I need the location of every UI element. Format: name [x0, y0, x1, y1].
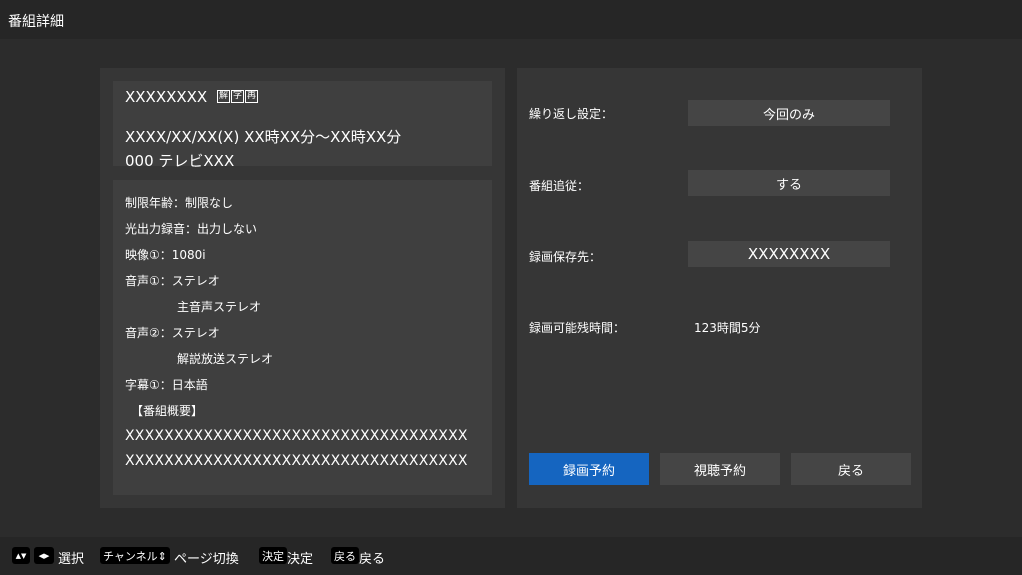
audio-2: 音声②：ステレオ [125, 326, 220, 340]
record-reservation-button[interactable]: 録画予約 [529, 453, 649, 485]
video-format: 映像①：1080i [125, 248, 206, 262]
page-title: 番組詳細 [8, 14, 64, 30]
select-hint: 選択 [58, 552, 85, 567]
program-info-panel: XXXXXXXX 解 字 再 XXXX/XX/XX(X) XX時XX分〜XX時X… [100, 68, 505, 508]
remaining-time-label: 録画可能残時間： [529, 321, 626, 335]
recording-settings-panel: 繰り返し設定： 今回のみ 番組追従： する 録画保存先： XXXXXXXX 録画… [517, 68, 922, 508]
subtitle-language: 字幕①：日本語 [125, 378, 208, 392]
summary-heading: 【番組概要】 [131, 404, 204, 418]
optical-recording: 光出力録音：出力しない [125, 222, 258, 236]
program-datetime: XXXX/XX/XX(X) XX時XX分〜XX時XX分 [125, 128, 402, 146]
commentary-badge: 解 [217, 90, 231, 103]
key-guide-bar: ▲▼ ◀▶ 選択 チャンネル⇕ ページ切換 決定 決定 戻る 戻る [0, 537, 1022, 575]
save-destination-label: 録画保存先： [529, 250, 602, 264]
back-key-icon: 戻る [331, 547, 359, 564]
program-title: XXXXXXXX [125, 88, 208, 106]
subtitle-badge: 字 [231, 90, 245, 103]
audio-1: 音声①：ステレオ [125, 274, 220, 288]
summary-text-line: XXXXXXXXXXXXXXXXXXXXXXXXXXXXXXXXXXX [125, 428, 468, 444]
up-down-key-icon: ▲▼ [12, 547, 30, 564]
age-limit: 制限年齢：制限なし [125, 196, 234, 210]
rerun-badge: 再 [245, 90, 259, 103]
program-badges: 解 字 再 [217, 90, 259, 103]
decide-hint: 決定 [287, 552, 314, 567]
page-switch-hint: ページ切換 [174, 552, 239, 567]
decide-key-icon: 決定 [259, 547, 287, 564]
program-header: XXXXXXXX 解 字 再 XXXX/XX/XX(X) XX時XX分〜XX時X… [113, 81, 492, 170]
save-destination-select[interactable]: XXXXXXXX [688, 241, 890, 267]
remaining-time-value: 123時間5分 [694, 321, 761, 335]
program-follow-label: 番組追従： [529, 179, 590, 193]
watch-reservation-button[interactable]: 視聴予約 [660, 453, 780, 485]
program-details[interactable]: 制限年齢：制限なし 光出力録音：出力しない 映像①：1080i 音声①：ステレオ… [113, 180, 492, 495]
summary-text-line: XXXXXXXXXXXXXXXXXXXXXXXXXXXXXXXXXXX [125, 453, 468, 469]
program-follow-select[interactable]: する [688, 170, 890, 196]
left-right-key-icon: ◀▶ [34, 547, 54, 564]
program-channel: 000 テレビXXX [125, 152, 235, 170]
channel-key-icon: チャンネル⇕ [100, 547, 170, 564]
repeat-setting-select[interactable]: 今回のみ [688, 100, 890, 126]
repeat-setting-label: 繰り返し設定： [529, 107, 614, 121]
audio-2-detail: 解説放送ステレオ [177, 352, 274, 366]
back-button[interactable]: 戻る [791, 453, 911, 485]
audio-1-detail: 主音声ステレオ [177, 300, 262, 314]
title-bar: 番組詳細 [0, 0, 1022, 39]
back-hint: 戻る [359, 552, 386, 567]
